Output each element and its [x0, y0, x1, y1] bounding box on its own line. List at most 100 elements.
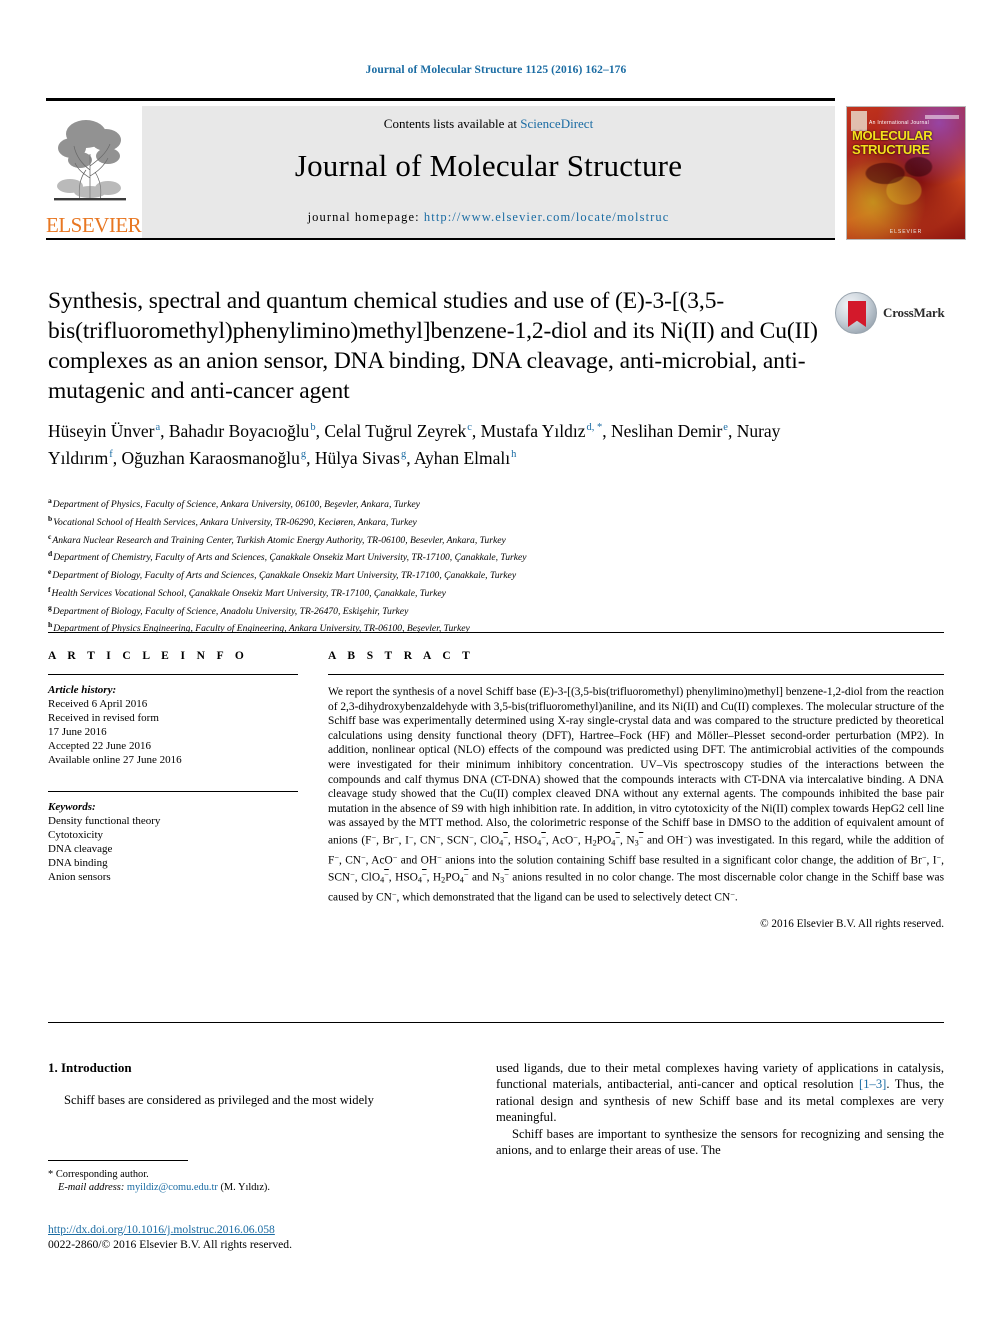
- cover-topright-bar: [925, 115, 959, 119]
- abstract-bottom-rule: [48, 1022, 944, 1023]
- email-suffix: (M. Yıldız).: [220, 1182, 270, 1194]
- author-item: Bahadır Boyacıoğlub: [169, 421, 316, 441]
- keyword-item: Anion sensors: [48, 871, 111, 883]
- journal-band: Contents lists available at ScienceDirec…: [142, 106, 835, 238]
- author-name: Hüseyin Ünver: [48, 420, 155, 441]
- keywords-label: Keywords:: [48, 801, 96, 813]
- author-marks: h: [511, 448, 517, 460]
- author-name: Ayhan Elmalı: [414, 447, 511, 468]
- journal-cover-thumbnail[interactable]: An International Journal MOLECULAR STRUC…: [846, 106, 966, 240]
- author-item: Mustafa Yıldızd, *: [481, 421, 603, 441]
- author-marks: e: [723, 422, 728, 433]
- article-history-item: Available online 27 June 2016: [48, 754, 182, 766]
- author-item: Neslihan Demire: [611, 421, 728, 441]
- author-item: Hülya Sivasg: [315, 448, 406, 468]
- email-label: E-mail address:: [58, 1182, 125, 1194]
- author-name: Mustafa Yıldız: [480, 420, 586, 441]
- abstract-rule: [328, 674, 944, 675]
- crossmark-badge[interactable]: CrossMark: [835, 292, 945, 338]
- article-history-item: Received in revised form: [48, 712, 159, 724]
- contents-prefix: Contents lists available at: [383, 116, 521, 131]
- article-history-label: Article history:: [48, 684, 117, 696]
- cover-footer: ELSEVIER: [889, 229, 923, 235]
- affiliation-text: Department of Biology, Faculty of Scienc…: [52, 605, 409, 617]
- cover-title-line1: MOLECULAR: [852, 128, 933, 143]
- masthead-bottom-rule: [46, 238, 835, 240]
- article-info-rule: [48, 674, 298, 675]
- elsevier-tree-icon: [50, 108, 130, 206]
- article-history: Article history: Received 6 April 2016 R…: [48, 683, 298, 767]
- page-title: Synthesis, spectral and quantum chemical…: [48, 288, 818, 404]
- body-column-left: 1. Introduction Schiff bases are conside…: [48, 1060, 468, 1108]
- keyword-item: Cytotoxicity: [48, 829, 103, 841]
- crossmark-bookmark-icon: [848, 301, 866, 327]
- crossmark-icon: [835, 292, 877, 334]
- cover-title: MOLECULAR STRUCTURE: [852, 129, 960, 156]
- info-abstract-top-rule: [48, 632, 944, 633]
- author-name: Bahadır Boyacıoğlu: [168, 420, 310, 441]
- article-info-panel: A R T I C L E I N F O Article history: R…: [48, 650, 298, 884]
- affiliation-item: fHealth Services Vocational School, Çana…: [48, 583, 838, 601]
- author-list: Hüseyin Ünvera, Bahadır Boyacıoğlub, Cel…: [48, 420, 781, 468]
- abstract-copyright: © 2016 Elsevier B.V. All rights reserved…: [760, 918, 944, 931]
- affiliation-text: Ankara Nuclear Research and Training Cen…: [52, 534, 506, 546]
- homepage-prefix: journal homepage:: [307, 210, 424, 224]
- author-name: Neslihan Demir: [610, 420, 723, 441]
- affiliation-item: hDepartment of Physics Engineering, Facu…: [48, 618, 838, 636]
- author-name: Oğuzhan Karaosmanoğlu: [121, 447, 300, 468]
- author-marks: c: [467, 422, 472, 433]
- footnote-star: *: [48, 1169, 54, 1180]
- corresponding-author-text: Corresponding author.: [55, 1169, 149, 1180]
- abstract-heading: A B S T R A C T: [328, 650, 475, 662]
- keywords-group: Keywords: Density functional theory Cyto…: [48, 800, 298, 884]
- abstract-body: We report the synthesis of a novel Schif…: [328, 686, 945, 904]
- homepage-url-link[interactable]: http://www.elsevier.com/locate/molstruc: [424, 210, 670, 224]
- keyword-item: DNA cleavage: [48, 843, 113, 855]
- journal-masthead: ELSEVIER Contents lists available at Sci…: [46, 98, 966, 240]
- article-history-item: 17 June 2016: [48, 726, 107, 738]
- cover-preline: An International Journal: [869, 120, 930, 126]
- affiliation-item: gDepartment of Biology, Faculty of Scien…: [48, 601, 838, 619]
- elsevier-wordmark: ELSEVIER: [46, 213, 142, 237]
- affiliation-item: cAnkara Nuclear Research and Training Ce…: [48, 530, 838, 548]
- contents-line: Contents lists available at ScienceDirec…: [142, 116, 835, 132]
- article-history-item: Accepted 22 June 2016: [48, 740, 151, 752]
- affiliation-item: bVocational School of Health Services, A…: [48, 512, 838, 530]
- author-item: Oğuzhan Karaosmanoğlug: [122, 448, 307, 468]
- article-info-heading: A R T I C L E I N F O: [48, 650, 249, 662]
- footnote-rule: [48, 1160, 188, 1161]
- author-marks: d, *: [586, 422, 603, 433]
- doi-block: http://dx.doi.org/10.1016/j.molstruc.201…: [48, 1222, 468, 1252]
- journal-title: Journal of Molecular Structure: [294, 148, 683, 183]
- affiliation-item: aDepartment of Physics, Faculty of Scien…: [48, 494, 838, 512]
- running-head: Journal of Molecular Structure 1125 (201…: [365, 64, 627, 76]
- title-block: Synthesis, spectral and quantum chemical…: [48, 286, 818, 406]
- crossmark-label: CrossMark: [883, 305, 945, 320]
- intro-paragraph-left: Schiff bases are considered as privilege…: [64, 1093, 374, 1107]
- corresponding-author-line: * Corresponding author.: [48, 1168, 468, 1181]
- author-name: Celal Tuğrul Zeyrek: [324, 420, 467, 441]
- keyword-item: Density functional theory: [48, 815, 161, 827]
- intro-paragraph-right-1: used ligands, due to their metal complex…: [496, 1060, 944, 1126]
- citation-link[interactable]: [1–3]: [859, 1077, 886, 1091]
- author-marks: g: [300, 448, 307, 460]
- author-item: Ayhan Elmalıh: [414, 448, 516, 468]
- email-line: E-mail address: myildiz@comu.edu.tr (M. …: [48, 1181, 468, 1194]
- author-marks: g: [400, 448, 407, 460]
- homepage-line: journal homepage: http://www.elsevier.co…: [142, 210, 835, 225]
- doi-link[interactable]: http://dx.doi.org/10.1016/j.molstruc.201…: [48, 1222, 468, 1237]
- author-item: Hüseyin Ünvera: [48, 421, 160, 441]
- masthead-top-rule: [46, 98, 835, 101]
- author-name: Hülya Sivas: [314, 447, 400, 468]
- footnote-block: * Corresponding author. E-mail address: …: [48, 1168, 468, 1195]
- affiliation-text: Department of Physics, Faculty of Scienc…: [52, 499, 420, 511]
- email-link[interactable]: myildiz@comu.edu.tr: [127, 1182, 218, 1193]
- affiliation-text: Department of Chemistry, Faculty of Arts…: [53, 552, 527, 564]
- affiliation-text: Vocational School of Health Services, An…: [53, 516, 417, 528]
- cover-title-line2: STRUCTURE: [852, 141, 930, 157]
- tree-illustration-svg: [54, 120, 126, 201]
- article-history-item: Received 6 April 2016: [48, 698, 148, 710]
- section-title-introduction: 1. Introduction: [48, 1060, 132, 1075]
- affiliation-text: Health Services Vocational School, Çanak…: [51, 588, 446, 600]
- sciencedirect-link[interactable]: ScienceDirect: [520, 116, 593, 131]
